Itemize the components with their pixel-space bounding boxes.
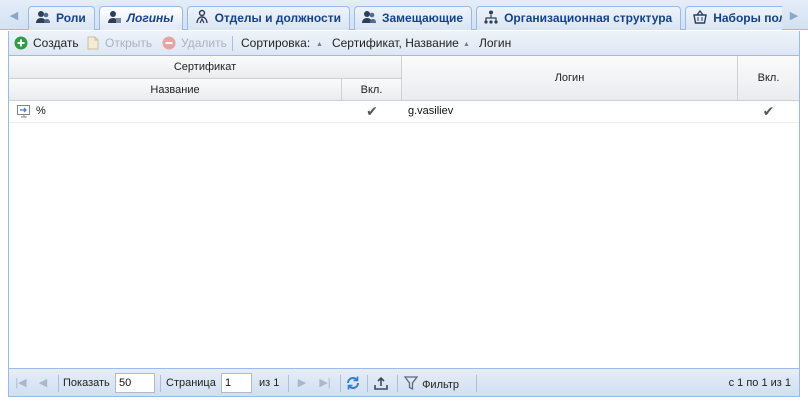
- tab-logins[interactable]: Логины: [98, 6, 183, 30]
- toolbar-separator: [232, 36, 233, 51]
- table-row[interactable]: % ✔ g.vasiliev ✔: [9, 101, 799, 123]
- create-button-label: Создать: [33, 36, 79, 50]
- tab-roles[interactable]: Роли: [28, 6, 95, 30]
- column-header-login[interactable]: Логин: [402, 56, 738, 101]
- column-group-certificate-label: Сертификат: [173, 61, 237, 73]
- sort-label: Сортировка:: [241, 36, 311, 50]
- deputies-icon: [361, 9, 377, 25]
- pager-separator: [397, 375, 398, 392]
- filter-icon: [403, 376, 419, 391]
- column-header-name[interactable]: Название: [9, 79, 342, 101]
- page-size-label: Показать: [63, 377, 110, 389]
- basket-icon: [692, 9, 708, 25]
- add-icon: [14, 36, 28, 50]
- tab-deputies-label: Замещающие: [381, 11, 464, 25]
- grid-toolbar: Создать Открыть Удалить Сортировка: ▲ Сер…: [8, 31, 800, 56]
- users-icon: [35, 9, 51, 25]
- tab-strip: Роли Логины Отделы и должности Замещающи…: [28, 6, 782, 30]
- cell-login: g.vasiliev: [408, 105, 454, 117]
- sort-item-login-label: Логин: [478, 36, 512, 50]
- column-header-login-enabled[interactable]: Вкл.: [738, 56, 799, 101]
- tab-org-structure-label: Организационная структура: [504, 11, 673, 25]
- delete-button-label: Удалить: [181, 36, 227, 50]
- pager-separator: [340, 375, 341, 392]
- filter-button[interactable]: Фильтр: [403, 375, 459, 392]
- cell-cert-enabled-check-icon: ✔: [366, 103, 378, 119]
- tab-scroll-left-icon[interactable]: ◀: [6, 7, 22, 25]
- last-page-icon[interactable]: ▶|: [317, 375, 333, 392]
- open-button-label: Открыть: [105, 36, 153, 50]
- open-button[interactable]: Открыть: [86, 35, 152, 52]
- tab-departments[interactable]: Отделы и должности: [186, 6, 350, 30]
- tab-departments-label: Отделы и должности: [214, 11, 341, 25]
- page-label: Страница: [166, 377, 216, 389]
- certificate-icon: [16, 103, 32, 120]
- sort-asc-icon: ▲: [316, 41, 323, 48]
- pager-separator: [160, 375, 161, 392]
- create-button[interactable]: Создать: [14, 35, 79, 52]
- page-size-input[interactable]: [115, 373, 155, 393]
- tab-scroll-right-icon[interactable]: ▶: [786, 7, 802, 25]
- column-header-cert-enabled[interactable]: Вкл.: [342, 79, 402, 101]
- sort-item-certificate-name[interactable]: ▲ Сертификат, Название: [316, 35, 459, 52]
- delete-icon: [162, 36, 176, 50]
- page-number-input[interactable]: [221, 373, 252, 393]
- tab-permission-sets-label: Наборы полн: [713, 11, 782, 25]
- sort-asc-icon: ▲: [463, 41, 470, 48]
- delete-button[interactable]: Удалить: [162, 35, 227, 52]
- tab-org-structure[interactable]: Организационная структура: [476, 6, 682, 30]
- column-header-name-label: Название: [150, 83, 200, 96]
- cell-name: %: [36, 105, 46, 117]
- org-structure-icon: [483, 9, 499, 25]
- cell-login-enabled-check-icon: ✔: [762, 103, 775, 119]
- departments-icon: [194, 9, 210, 25]
- sort-item-login[interactable]: ▲ Логин: [463, 35, 511, 52]
- export-icon[interactable]: [373, 375, 389, 392]
- pager-separator: [288, 375, 289, 392]
- next-page-icon[interactable]: ▶: [294, 375, 310, 392]
- pager-separator: [476, 375, 477, 392]
- pager-summary: с 1 по 1 из 1: [728, 377, 791, 389]
- tab-permission-sets[interactable]: Наборы полн: [685, 6, 782, 30]
- tab-roles-label: Роли: [56, 11, 86, 25]
- open-document-icon: [86, 36, 100, 50]
- pager-separator: [58, 375, 59, 392]
- column-group-certificate: Сертификат: [9, 56, 402, 79]
- logins-grid: Сертификат Название Вкл. Логин Вкл. % ✔ …: [8, 56, 800, 368]
- filter-button-label: Фильтр: [422, 379, 460, 391]
- tab-deputies[interactable]: Замещающие: [353, 6, 473, 30]
- pager-separator: [367, 375, 368, 392]
- tab-logins-label: Логины: [126, 11, 174, 25]
- column-header-login-enabled-label: Вкл.: [757, 72, 780, 84]
- column-header-login-label: Логин: [554, 72, 585, 84]
- sort-item-certificate-name-label: Сертификат, Название: [331, 36, 459, 50]
- refresh-icon[interactable]: [345, 375, 361, 392]
- prev-page-icon[interactable]: ◀: [35, 375, 51, 392]
- paging-toolbar: |◀ ◀ Показать Страница из 1 ▶ ▶| Фильтр …: [8, 368, 800, 397]
- column-header-cert-enabled-label: Вкл.: [360, 83, 383, 96]
- first-page-icon[interactable]: |◀: [13, 375, 29, 392]
- page-count-label: из 1: [259, 377, 280, 389]
- tab-bar: ◀ Роли Логины Отделы и должности Замещаю…: [0, 0, 808, 30]
- user-login-icon: [106, 9, 122, 25]
